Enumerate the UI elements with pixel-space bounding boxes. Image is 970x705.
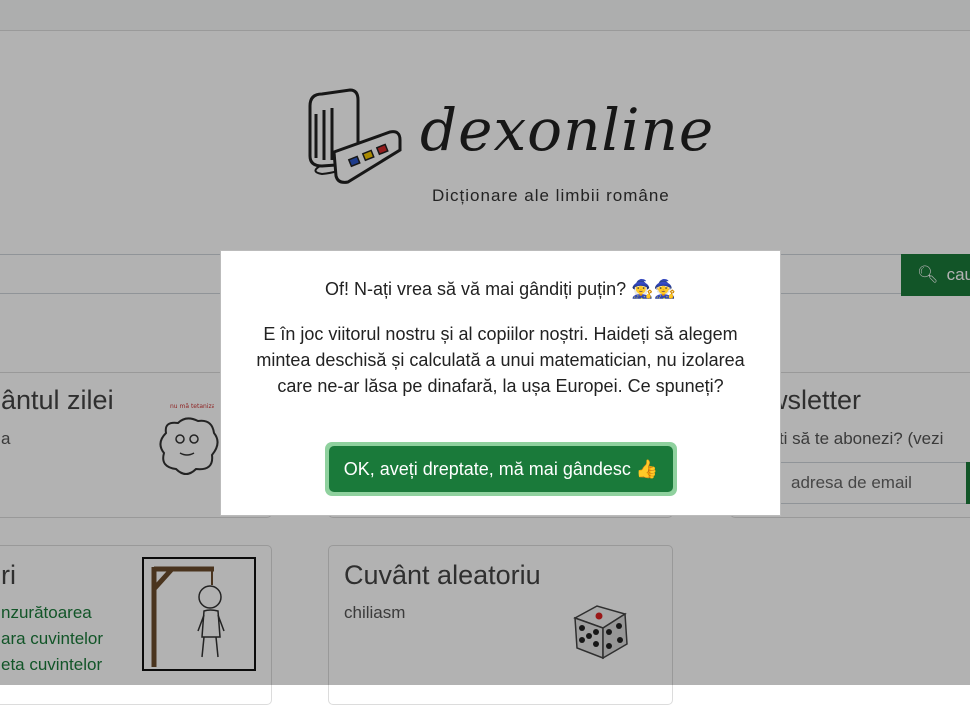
modal-question: Of! N-ați vrea să vă mai gândiți puțin? … xyxy=(325,279,676,299)
ok-button-focus-ring: OK, aveți dreptate, mă mai gândesc 👍 xyxy=(325,442,677,496)
ok-button[interactable]: OK, aveți dreptate, mă mai gândesc 👍 xyxy=(329,446,673,492)
modal-message: E în joc viitorul nostru și al copiilor … xyxy=(256,324,745,396)
modal-dialog: Of! N-ați vrea să vă mai gândiți puțin? … xyxy=(220,250,781,516)
